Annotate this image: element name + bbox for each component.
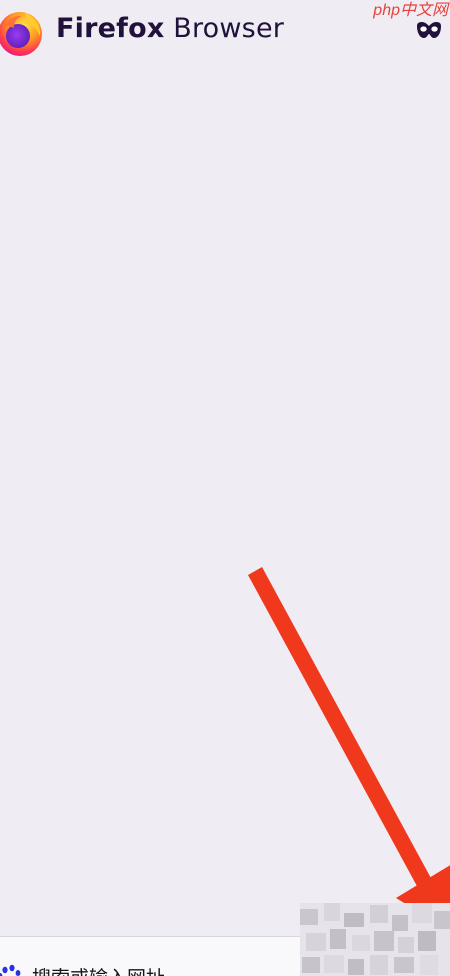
brand-name: Firefox Browser bbox=[56, 11, 284, 47]
url-bar-placeholder[interactable]: 搜索或输入网址 bbox=[32, 963, 292, 976]
private-browsing-mask-icon[interactable] bbox=[416, 21, 442, 39]
baidu-paw-icon[interactable] bbox=[0, 963, 24, 976]
brand-name-browser: Browser bbox=[173, 13, 285, 44]
browser-header: Firefox Browser php中文网 bbox=[0, 0, 450, 64]
brand-name-firefox: Firefox bbox=[56, 13, 165, 44]
site-watermark: php中文网 bbox=[373, 2, 448, 19]
browser-home-page: Firefox Browser php中文网 搜索或输入网址 bbox=[0, 0, 450, 976]
new-tab-content bbox=[0, 64, 450, 936]
mosaic-watermark bbox=[300, 903, 450, 976]
firefox-logo-icon bbox=[0, 12, 42, 56]
